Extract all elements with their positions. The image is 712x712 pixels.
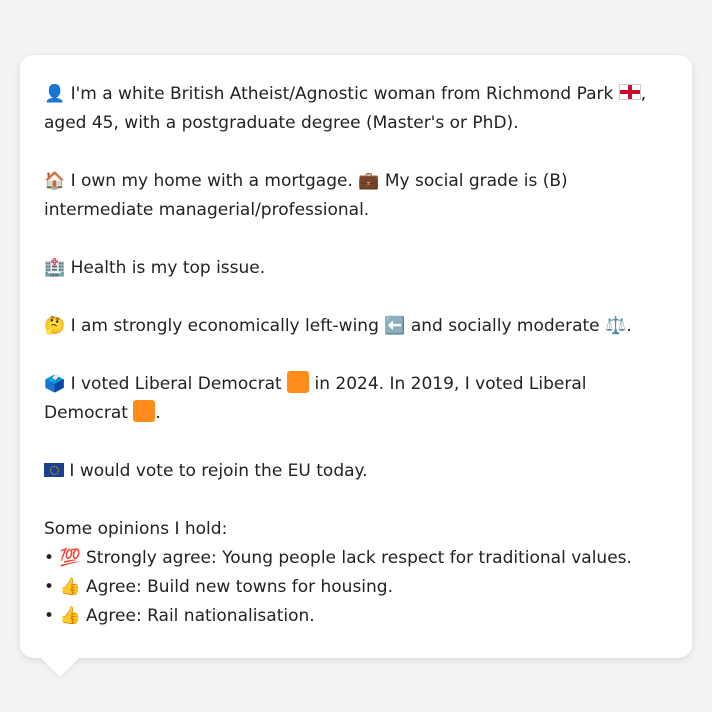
list-item: • 👍 Agree: Build new towns for housing. bbox=[44, 573, 668, 602]
briefcase-icon: 💼 bbox=[358, 171, 380, 191]
person-silhouette-icon: 👤 bbox=[44, 84, 66, 104]
voting-text-a: I voted Liberal Democrat bbox=[70, 374, 282, 394]
opinion-text: Agree: Rail nationalisation. bbox=[86, 606, 315, 626]
balance-scale-icon: ⚖️ bbox=[605, 316, 627, 336]
bullet: • bbox=[44, 548, 55, 568]
ideology-text-c: . bbox=[626, 316, 632, 336]
england-flag-icon bbox=[618, 84, 641, 100]
opinions-paragraph: Some opinions I hold: • 💯 Strongly agree… bbox=[44, 515, 668, 631]
housing-text-a: I own my home with a mortgage. bbox=[70, 171, 353, 191]
lib-dem-orange-square-icon bbox=[133, 400, 156, 422]
housing-paragraph: 🏠 I own my home with a mortgage. 💼 My so… bbox=[44, 167, 668, 225]
ideology-paragraph: 🤔 I am strongly economically left-wing ⬅… bbox=[44, 312, 668, 341]
opinions-heading: Some opinions I hold: bbox=[44, 519, 228, 539]
eu-flag-icon bbox=[44, 463, 64, 477]
eu-paragraph: I would vote to rejoin the EU today. bbox=[44, 457, 668, 486]
hundred-points-icon: 💯 bbox=[59, 548, 81, 568]
house-icon: 🏠 bbox=[44, 171, 66, 191]
identity-text-a: I'm a white British Atheist/Agnostic wom… bbox=[70, 84, 614, 104]
opinion-text: Agree: Build new towns for housing. bbox=[86, 577, 394, 597]
voting-text-c: . bbox=[155, 403, 161, 423]
opinion-text: Strongly agree: Young people lack respec… bbox=[86, 548, 632, 568]
eu-text: I would vote to rejoin the EU today. bbox=[69, 461, 368, 481]
thumbs-up-icon: 👍 bbox=[59, 606, 81, 626]
left-arrow-icon: ⬅️ bbox=[384, 316, 406, 336]
identity-paragraph: 👤 I'm a white British Atheist/Agnostic w… bbox=[44, 80, 668, 138]
list-item: • 👍 Agree: Rail nationalisation. bbox=[44, 602, 668, 631]
lib-dem-orange-square-icon bbox=[287, 371, 310, 393]
issue-text: Health is my top issue. bbox=[70, 258, 266, 278]
list-item: • 💯 Strongly agree: Young people lack re… bbox=[44, 544, 668, 573]
thumbs-up-icon: 👍 bbox=[59, 577, 81, 597]
ideology-text-b: and socially moderate bbox=[410, 316, 600, 336]
thinking-face-icon: 🤔 bbox=[44, 316, 66, 336]
voting-paragraph: 🗳️ I voted Liberal Democrat in 2024. In … bbox=[44, 370, 668, 428]
bullet: • bbox=[44, 577, 55, 597]
bullet: • bbox=[44, 606, 55, 626]
ideology-text-a: I am strongly economically left-wing bbox=[70, 316, 379, 336]
bubble-tail bbox=[40, 657, 80, 677]
persona-message-bubble: 👤 I'm a white British Atheist/Agnostic w… bbox=[20, 55, 692, 658]
ballot-box-icon: 🗳️ bbox=[44, 374, 66, 394]
issue-paragraph: 🏥 Health is my top issue. bbox=[44, 254, 668, 283]
hospital-icon: 🏥 bbox=[44, 258, 66, 278]
